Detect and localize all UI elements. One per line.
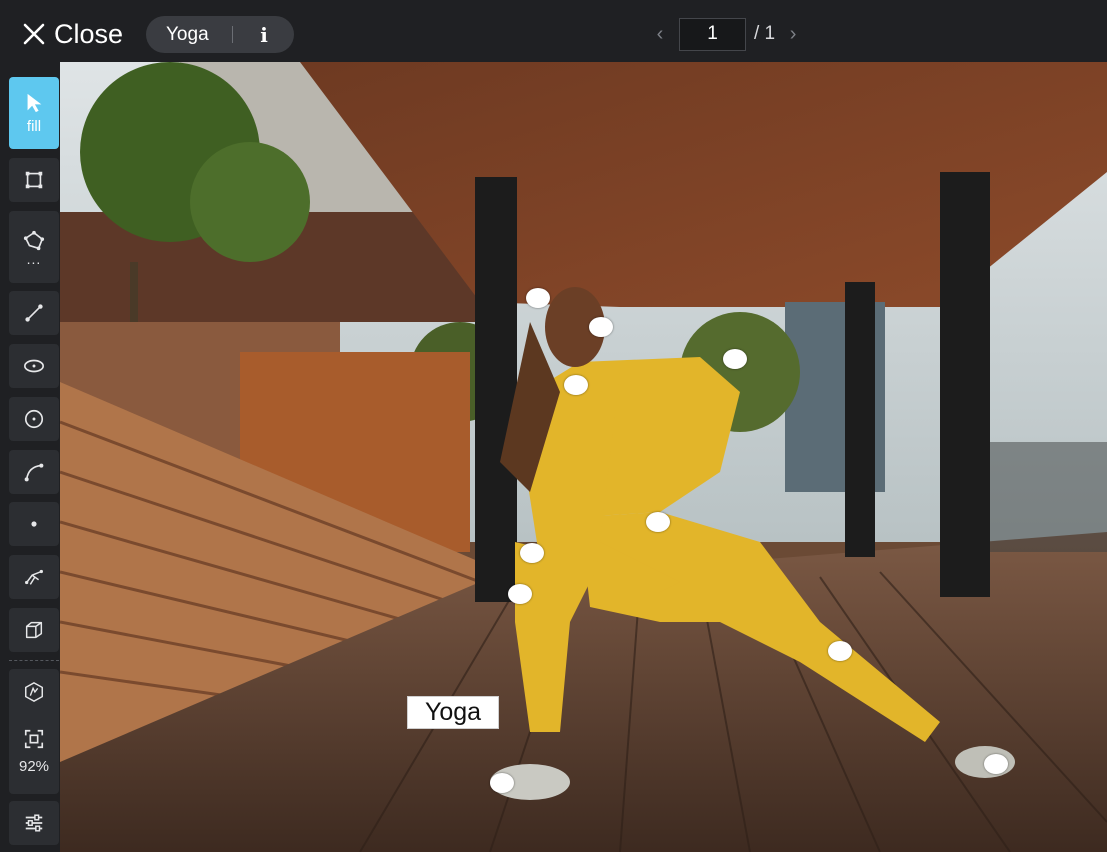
cursor-arrow-icon <box>27 93 42 112</box>
left-toolbar: fill ... 92% <box>0 62 60 852</box>
rectangle-tool[interactable] <box>9 158 59 202</box>
keypoint[interactable] <box>723 349 747 369</box>
close-label: Close <box>54 18 124 49</box>
line-icon <box>25 304 43 322</box>
pill-divider <box>232 26 233 43</box>
cuboid-tool[interactable] <box>9 608 59 652</box>
ellipse-tool[interactable] <box>9 344 59 388</box>
pagination: ‹ / 1 › <box>650 17 803 51</box>
fit-screen-icon[interactable] <box>23 728 45 750</box>
keypoint[interactable] <box>646 512 670 532</box>
point-tool[interactable] <box>9 502 59 546</box>
select-tool[interactable]: fill <box>9 77 59 149</box>
keypoint[interactable] <box>508 584 532 604</box>
circle-tool[interactable] <box>9 397 59 441</box>
prev-page-button[interactable]: ‹ <box>650 23 670 46</box>
photo-yoga-woman <box>60 62 1107 852</box>
sliders-icon <box>25 814 43 832</box>
ai-hexagon-icon[interactable] <box>23 681 45 703</box>
line-tool[interactable] <box>9 291 59 335</box>
skeleton-icon <box>25 569 43 585</box>
top-bar: Close Yoga i ‹ / 1 › <box>0 0 1107 62</box>
keypoint[interactable] <box>490 773 514 793</box>
keypoint[interactable] <box>828 641 852 661</box>
curve-tool[interactable] <box>9 450 59 494</box>
label-selector[interactable]: Yoga i <box>146 16 294 53</box>
keypoint[interactable] <box>589 317 613 337</box>
close-button[interactable]: Close <box>22 16 123 52</box>
polygon-tool[interactable]: ... <box>9 211 59 283</box>
circle-icon <box>24 409 44 429</box>
point-icon <box>31 521 37 527</box>
close-icon <box>23 23 45 45</box>
polygon-more[interactable]: ... <box>27 252 42 266</box>
info-icon[interactable]: i <box>254 23 274 47</box>
next-page-button[interactable]: › <box>783 23 803 46</box>
label-name: Yoga <box>166 23 209 45</box>
page-total: / 1 <box>754 23 776 44</box>
ellipse-icon <box>24 359 44 373</box>
toolbar-divider <box>9 660 59 661</box>
cuboid-icon <box>25 621 43 639</box>
zoom-level: 92% <box>18 758 50 775</box>
image-canvas[interactable]: Yoga <box>60 62 1107 852</box>
keypoint[interactable] <box>526 288 550 308</box>
curve-icon <box>24 463 44 482</box>
annotation-app: Close Yoga i ‹ / 1 › fill ... <box>0 0 1107 852</box>
keypoint[interactable] <box>520 543 544 563</box>
rectangle-icon <box>25 171 43 189</box>
settings-button[interactable] <box>9 801 59 845</box>
annotation-label[interactable]: Yoga <box>407 696 499 729</box>
view-tools-group: 92% <box>9 669 59 794</box>
keypoint[interactable] <box>564 375 588 395</box>
select-tool-label: fill <box>26 117 42 135</box>
skeleton-tool[interactable] <box>9 555 59 599</box>
keypoint[interactable] <box>984 754 1008 774</box>
polygon-icon <box>23 230 45 251</box>
page-number-input[interactable] <box>679 17 746 51</box>
